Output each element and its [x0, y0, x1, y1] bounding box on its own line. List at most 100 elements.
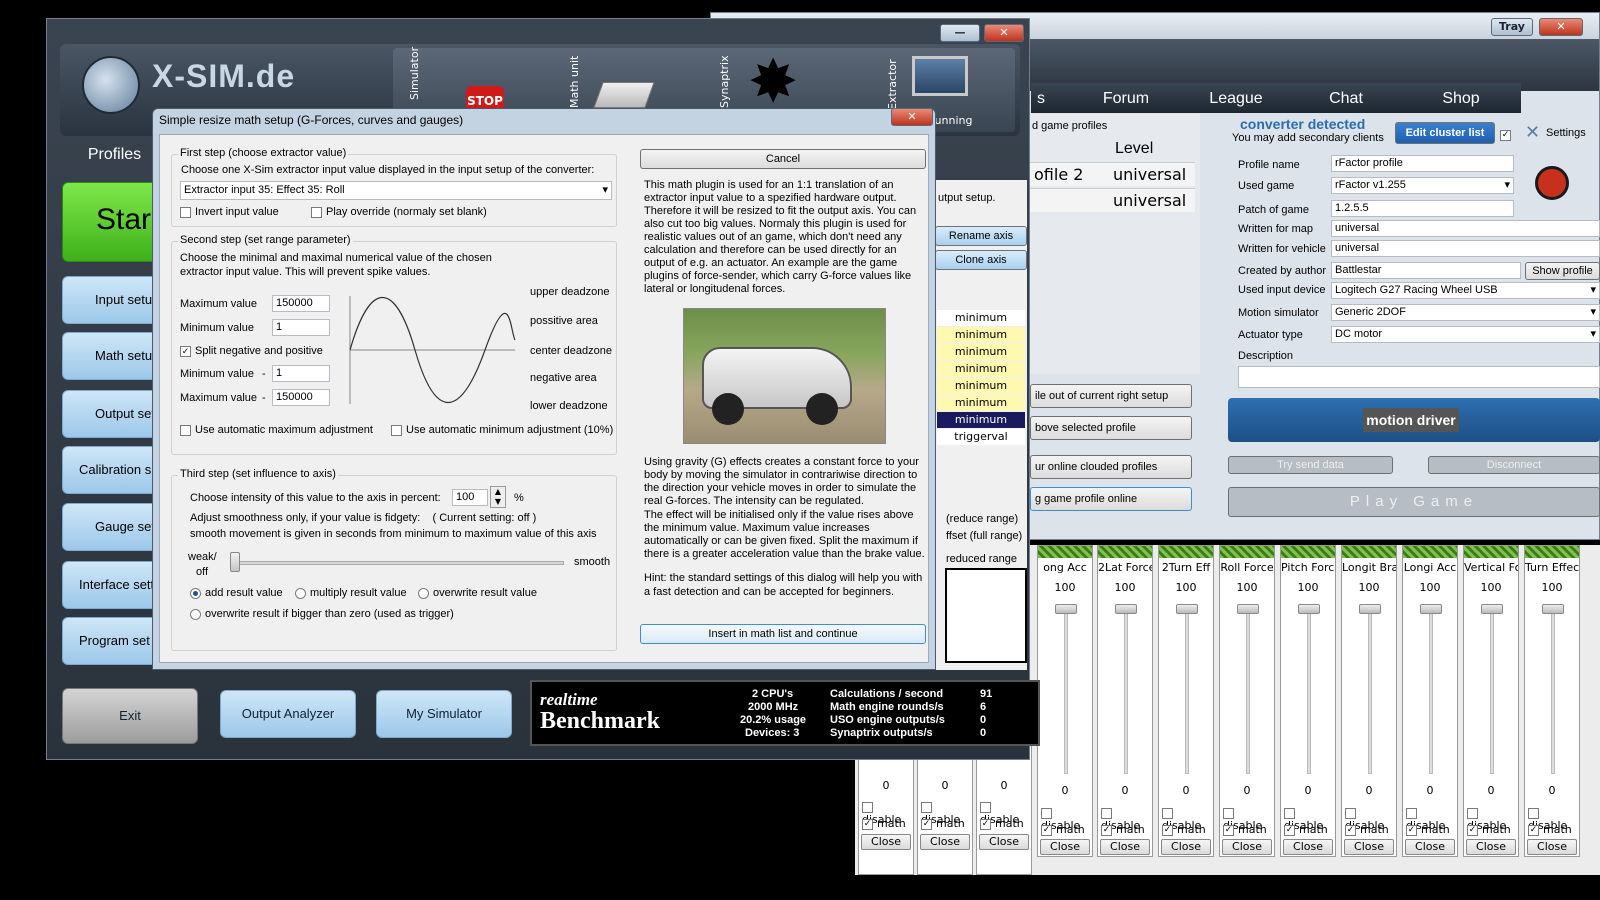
play-game-button[interactable]: Play Game: [1228, 487, 1600, 517]
clone-axis-button[interactable]: Clone axis: [935, 250, 1027, 270]
slider-thumb[interactable]: [1298, 604, 1320, 614]
slider-track[interactable]: [1185, 604, 1189, 774]
disconnect-button[interactable]: Disconnect: [1428, 456, 1600, 474]
play-override-checkbox[interactable]: Play override (normaly set blank): [311, 206, 487, 218]
slider-thumb[interactable]: [1420, 604, 1442, 614]
axis-row[interactable]: triggerval: [937, 429, 1025, 445]
gauge-setup-button[interactable]: Gauge set: [62, 503, 162, 551]
slider-track[interactable]: [1307, 604, 1311, 774]
profile-action-3[interactable]: ur online clouded profiles: [1030, 455, 1192, 479]
math-setup-button[interactable]: Math setu: [62, 332, 162, 380]
split-checkbox[interactable]: ✓ Split negative and positive: [180, 345, 323, 357]
slider-track[interactable]: [1551, 604, 1555, 774]
slider-track[interactable]: [1124, 604, 1128, 774]
slider-close-button[interactable]: Close: [1283, 839, 1333, 855]
insert-math-button[interactable]: Insert in math list and continue: [640, 624, 926, 644]
intensity-stepper[interactable]: ▲ ▼: [490, 486, 506, 508]
slider-math-checkbox[interactable]: ✓ math: [1162, 823, 1206, 836]
auto-min-checkbox[interactable]: Use automatic minimum adjustment (10%): [391, 424, 613, 436]
axis-row[interactable]: minimum: [937, 378, 1025, 394]
nav-chat[interactable]: Chat: [1291, 85, 1401, 113]
slider-math-checkbox[interactable]: ✓ math: [1101, 823, 1145, 836]
slider-close-button[interactable]: Close: [1040, 839, 1090, 855]
slider-math-checkbox[interactable]: ✓ math: [1345, 823, 1389, 836]
profile-action-2[interactable]: bove selected profile: [1030, 416, 1192, 440]
invert-checkbox[interactable]: Invert input value: [180, 206, 279, 218]
program-setup-button[interactable]: Program set: [62, 617, 162, 665]
patch-field[interactable]: 1.2.5.5: [1331, 200, 1514, 217]
cancel-button[interactable]: Cancel: [640, 149, 926, 169]
axis-row[interactable]: minimum: [937, 395, 1025, 411]
slider-math-checkbox[interactable]: ✓ math: [1223, 823, 1267, 836]
dialog-close-button[interactable]: ✕: [891, 108, 933, 126]
settings-label[interactable]: Settings: [1546, 127, 1586, 139]
neg-max-field[interactable]: 150000: [272, 389, 330, 406]
partial-slider-1-close[interactable]: Close: [861, 834, 911, 850]
slider-track[interactable]: [1490, 604, 1494, 774]
slider-close-button[interactable]: Close: [1100, 839, 1150, 855]
start-button[interactable]: Star: [62, 182, 162, 262]
interface-setup-button[interactable]: Interface sett: [62, 561, 162, 609]
edit-cluster-button[interactable]: Edit cluster list: [1395, 122, 1495, 144]
calibration-button[interactable]: Calibration s: [62, 446, 162, 494]
slider-close-button[interactable]: Close: [1344, 839, 1394, 855]
map-field[interactable]: universal: [1331, 220, 1600, 237]
slider-close-button[interactable]: Close: [1161, 839, 1211, 855]
slider-math-checkbox[interactable]: ✓ math: [1041, 823, 1085, 836]
nav-league[interactable]: League: [1181, 85, 1291, 113]
slider-math-checkbox[interactable]: ✓ math: [1467, 823, 1511, 836]
auto-max-checkbox[interactable]: Use automatic maximum adjustment: [180, 424, 373, 436]
slider-track[interactable]: [1429, 604, 1433, 774]
tray-button[interactable]: Tray: [1491, 18, 1533, 36]
exit-button[interactable]: Exit: [62, 688, 198, 744]
settings-icon[interactable]: ✕: [1525, 122, 1540, 143]
partial-slider-2-close[interactable]: Close: [920, 834, 970, 850]
radio-trigger[interactable]: overwrite result if bigger than zero (us…: [190, 608, 454, 620]
intensity-field[interactable]: 100: [452, 489, 488, 506]
axis-row[interactable]: minimum: [937, 327, 1025, 343]
description-field[interactable]: [1238, 366, 1600, 388]
extractor-select[interactable]: Extractor input 35: Effect 35: Roll: [180, 181, 612, 200]
axis-row[interactable]: minimum: [937, 310, 1025, 326]
partial-slider-3-close[interactable]: Close: [979, 834, 1029, 850]
input-setup-button[interactable]: Input setu: [62, 276, 162, 324]
max-value-field[interactable]: 150000: [272, 295, 330, 312]
slider-close-button[interactable]: Close: [1222, 839, 1272, 855]
main-close-button[interactable]: ✕: [984, 24, 1024, 42]
slider-track[interactable]: [1246, 604, 1250, 774]
right-close-button[interactable]: ✕: [1539, 18, 1583, 36]
slider-track[interactable]: [1368, 604, 1372, 774]
slider-thumb[interactable]: [1237, 604, 1259, 614]
input-device-select[interactable]: Logitech G27 Racing Wheel USB: [1331, 282, 1600, 299]
partial-slider-3-math[interactable]: ✓ math: [980, 817, 1024, 830]
slider-thumb[interactable]: [1055, 604, 1077, 614]
profile-name-field[interactable]: rFactor profile: [1331, 155, 1514, 172]
slider-thumb[interactable]: [1359, 604, 1381, 614]
slider-math-checkbox[interactable]: ✓ math: [1406, 823, 1450, 836]
output-analyzer-button[interactable]: Output Analyzer: [220, 690, 356, 738]
axis-row[interactable]: minimum: [937, 344, 1025, 360]
show-profile-button[interactable]: Show profile: [1525, 262, 1600, 280]
radio-overwrite[interactable]: overwrite result value: [418, 587, 537, 599]
main-minimize-button[interactable]: —: [940, 24, 980, 42]
my-simulator-button[interactable]: My Simulator: [376, 690, 512, 738]
slider-close-button[interactable]: Close: [1466, 839, 1516, 855]
vehicle-field[interactable]: universal: [1331, 240, 1600, 257]
rename-axis-button[interactable]: Rename axis: [935, 226, 1027, 246]
axis-row[interactable]: minimum: [937, 361, 1025, 377]
try-send-button[interactable]: Try send data: [1228, 456, 1393, 474]
slider-track[interactable]: [1064, 604, 1068, 774]
motion-sim-select[interactable]: Generic 2DOF: [1331, 304, 1600, 321]
slider-thumb[interactable]: [1176, 604, 1198, 614]
slider-math-checkbox[interactable]: ✓ math: [1284, 823, 1328, 836]
axis-row[interactable]: minimum: [937, 412, 1025, 428]
min-value-field[interactable]: 1: [272, 319, 330, 336]
smooth-slider-thumb[interactable]: [230, 552, 240, 572]
partial-slider-1-math[interactable]: ✓ math: [862, 817, 906, 830]
radio-multiply[interactable]: multiply result value: [295, 587, 407, 599]
cluster-checkbox[interactable]: ✓: [1500, 128, 1515, 141]
radio-add[interactable]: add result value: [190, 587, 283, 599]
output-setup-button[interactable]: Output set: [62, 390, 162, 438]
slider-math-checkbox[interactable]: ✓ math: [1528, 823, 1572, 836]
neg-min-field[interactable]: 1: [272, 365, 330, 382]
